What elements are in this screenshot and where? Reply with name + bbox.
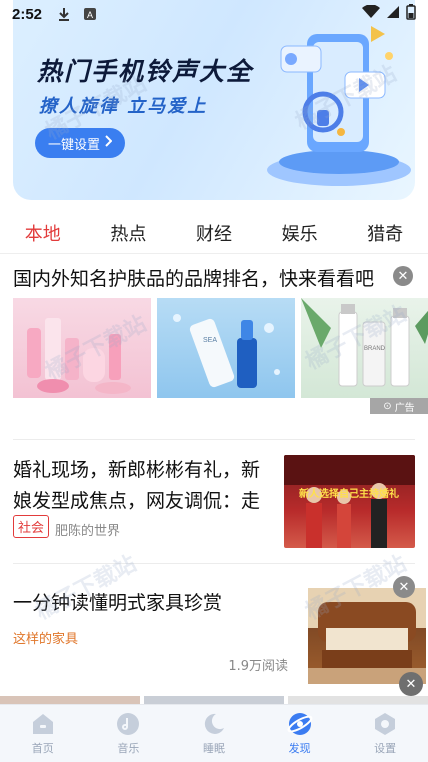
nav-discover-label: 发现 <box>288 742 311 755</box>
floating-ad-furniture[interactable] <box>308 588 426 684</box>
feed-divider <box>13 563 415 564</box>
status-time: 2:52 <box>12 5 43 23</box>
category-tabs: 本地 热点 财经 娱乐 猎奇 <box>0 212 428 254</box>
info-icon: ⊙ <box>383 400 392 412</box>
close-icon: ✕ <box>405 676 417 692</box>
moon-icon <box>201 711 227 737</box>
read-count: 1.9万阅读 <box>228 659 288 674</box>
svg-text:A: A <box>87 10 93 20</box>
tab-hot[interactable]: 热点 <box>104 216 152 250</box>
promo-banner[interactable]: 热门手机铃声大全 撩人旋律 立马爱上 一键设置 <box>13 0 415 200</box>
status-bar: 2:52 A <box>0 0 428 28</box>
nav-discover[interactable]: 发现 <box>265 711 335 756</box>
nav-home-label: 首页 <box>31 742 54 755</box>
banner-setup-label: 一键设置 <box>47 137 100 153</box>
nav-sleep[interactable]: 睡眠 <box>179 711 249 756</box>
floating-ad-dismiss-button[interactable]: ✕ <box>399 672 423 696</box>
planet-icon <box>287 711 313 737</box>
battery-icon <box>406 4 416 24</box>
nav-settings-label: 设置 <box>374 742 397 755</box>
download-icon <box>56 6 72 22</box>
ad-close-button[interactable]: ✕ <box>393 266 413 286</box>
chevron-right-icon <box>104 135 113 151</box>
nav-music[interactable]: 音乐 <box>93 711 163 756</box>
nav-home[interactable]: 首页 <box>8 711 78 756</box>
music-icon <box>115 711 141 737</box>
app-screen: 2:52 A 热门手机铃声大全 撩人旋律 立马爱上 一键设置 本地 热点 财经 … <box>0 0 428 762</box>
tab-curiosity[interactable]: 猎奇 <box>361 216 409 250</box>
ad-title[interactable]: 国内外知名护肤品的品牌排名，快来看看吧 <box>13 264 413 295</box>
ad-image-sea-serum[interactable]: SEA <box>157 298 295 398</box>
app-notification-icon: A <box>82 6 98 22</box>
ad-badge-label: 广告 <box>394 402 415 414</box>
news-source: 肥陈的世界 <box>55 524 121 539</box>
settings-icon <box>372 711 398 737</box>
tab-local[interactable]: 本地 <box>19 216 67 250</box>
product-label-brand: BRAND <box>364 346 386 352</box>
close-icon: ✕ <box>398 579 410 595</box>
ad-image-pink-cosmetics[interactable] <box>13 298 151 398</box>
wifi-icon <box>362 4 380 23</box>
bottom-navigation: 首页 音乐 睡眠 发现 设置 <box>0 704 428 762</box>
category-tag: 社会 <box>13 515 50 538</box>
news-source-furniture: 这样的家具 <box>13 632 79 647</box>
ad-badge: ⊙ 广告 <box>370 398 428 414</box>
product-label-sea: SEA <box>203 337 217 344</box>
home-icon <box>30 711 56 737</box>
news-title-wedding[interactable]: 婚礼现场，新郎彬彬有礼，新娘发型成焦点，网友调侃：走 <box>13 455 271 517</box>
feed-divider <box>13 439 415 440</box>
nav-music-label: 音乐 <box>117 742 140 755</box>
tab-finance[interactable]: 财经 <box>190 216 238 250</box>
thumbnail-caption: 新人选择自己主持婚礼 <box>299 487 399 500</box>
close-icon: ✕ <box>397 268 409 284</box>
signal-icon <box>386 5 400 23</box>
news-title-furniture[interactable]: 一分钟读懂明式家具珍赏 <box>13 588 283 619</box>
banner-setup-button[interactable]: 一键设置 <box>35 128 125 158</box>
floating-ad-close-button[interactable]: ✕ <box>393 576 415 598</box>
ad-image-white-bottles[interactable]: BRAND <box>301 298 428 398</box>
phone-illustration <box>259 20 415 190</box>
nav-sleep-label: 睡眠 <box>202 742 225 755</box>
banner-title: 热门手机铃声大全 <box>37 57 254 86</box>
banner-subtitle: 撩人旋律 立马爱上 <box>39 96 208 117</box>
ad-image-strip[interactable]: SEA BRAND <box>13 298 428 398</box>
tab-entertainment[interactable]: 娱乐 <box>276 216 324 250</box>
news-thumbnail-wedding[interactable]: 新人选择自己主持婚礼 <box>284 455 415 548</box>
nav-settings[interactable]: 设置 <box>350 711 420 756</box>
